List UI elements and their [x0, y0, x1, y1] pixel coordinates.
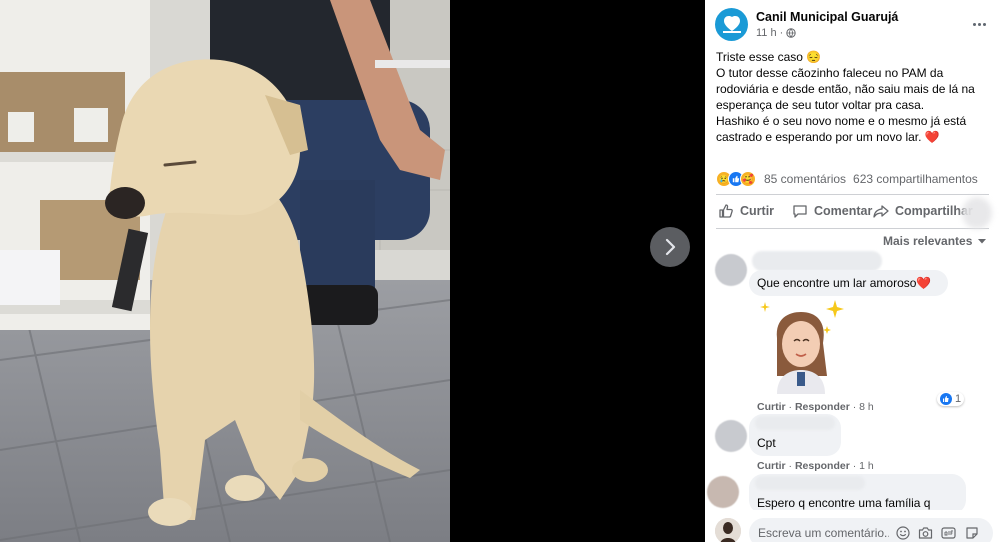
post-actions: Curtir Comentar Compartilhar — [716, 200, 996, 224]
gif-button[interactable] — [941, 525, 956, 540]
comment-reply-link[interactable]: Responder — [795, 460, 850, 472]
comment-bubble: Que encontre um lar amoroso❤️ — [749, 270, 948, 296]
next-photo-button[interactable] — [650, 227, 690, 267]
post-text-line: esperança de seu tutor voltar pra casa. — [716, 98, 925, 112]
my-avatar[interactable] — [715, 518, 741, 542]
sticker-image — [760, 300, 844, 394]
divider — [716, 228, 989, 229]
commenter-avatar[interactable] — [707, 476, 739, 508]
shares-count[interactable]: 623 compartilhamentos — [853, 172, 978, 186]
post-timestamp[interactable]: 11 h · — [756, 27, 797, 39]
user-photo — [715, 518, 741, 542]
like-reaction-icon — [940, 393, 952, 405]
sticker-button[interactable] — [964, 525, 979, 540]
comment-box — [749, 518, 993, 542]
commenter-avatar[interactable] — [715, 254, 747, 286]
commenter-name[interactable] — [752, 251, 882, 271]
comment-text: Espero q encontre uma família q — [757, 496, 931, 510]
post-time-text: 11 h · — [756, 27, 784, 39]
emoji-button[interactable] — [895, 525, 910, 540]
post-text-line: Triste esse caso 😔 — [716, 50, 822, 64]
emoji-icon — [895, 525, 910, 540]
reaction-summary[interactable]: 😢 🥰 — [716, 171, 756, 187]
post-text-line: Hashiko é o seu novo nome e o mesmo já e… — [716, 114, 967, 128]
comment-bubble: Cpt — [749, 414, 841, 456]
page-logo-icon — [722, 15, 741, 33]
comment-bubble: Espero q encontre uma família q — [749, 474, 966, 514]
page-avatar[interactable] — [715, 8, 748, 41]
comment-text: Que encontre um lar amoroso❤️ — [757, 276, 932, 290]
comment-age[interactable]: 8 h — [859, 401, 874, 413]
next-arrow-icon — [665, 238, 676, 256]
sort-label: Mais relevantes — [883, 234, 973, 248]
commenter-name[interactable] — [755, 476, 865, 490]
comment-meta: Curtir · Responder · 1 h — [757, 460, 874, 472]
comment-like-link[interactable]: Curtir — [757, 401, 786, 413]
comment-meta: Curtir · Responder · 8 h — [757, 401, 874, 413]
scrollbar-thumb[interactable] — [962, 197, 992, 229]
comment-composer — [705, 510, 1000, 542]
reaction-count: 1 — [955, 393, 962, 405]
share-button[interactable]: Compartilhar — [873, 203, 973, 219]
post-header: Canil Municipal Guarujá 11 h · — [715, 8, 995, 42]
gif-icon — [941, 526, 956, 539]
comment-input[interactable] — [749, 518, 889, 542]
share-icon — [873, 205, 889, 218]
comment-age[interactable]: 1 h — [859, 460, 874, 472]
photo-viewer — [0, 0, 705, 542]
comments-count[interactable]: 85 comentários — [764, 172, 846, 186]
page-name-link[interactable]: Canil Municipal Guarujá — [756, 10, 898, 24]
like-button[interactable]: Curtir — [718, 203, 774, 219]
more-options-button[interactable] — [967, 14, 991, 34]
post-panel: Canil Municipal Guarujá 11 h · Triste es… — [705, 0, 1000, 542]
comment-reply-link[interactable]: Responder — [795, 401, 850, 413]
commenter-name[interactable] — [755, 416, 835, 430]
dog-photo-illustration — [0, 0, 450, 542]
post-text-line: rodoviária e desde então, não saiu mais … — [716, 82, 975, 96]
comment-label: Comentar — [814, 204, 873, 218]
comment-like-link[interactable]: Curtir — [757, 460, 786, 472]
camera-icon — [918, 526, 933, 539]
post-stats: 😢 🥰 85 comentários 623 compartilhamentos — [716, 170, 996, 188]
post-photo[interactable] — [0, 0, 450, 542]
photo-button[interactable] — [918, 525, 933, 540]
divider — [716, 194, 989, 195]
like-label: Curtir — [740, 204, 775, 218]
comment-button[interactable]: Comentar — [792, 203, 872, 219]
comment-reactions[interactable]: 1 — [937, 392, 965, 406]
globe-icon — [786, 28, 797, 38]
composer-tools — [895, 525, 979, 540]
post-text: Triste esse caso 😔 O tutor desse cãozinh… — [716, 49, 992, 145]
chevron-down-icon — [978, 239, 987, 244]
comment-text: Cpt — [757, 436, 776, 450]
more-icon — [972, 22, 976, 26]
comment-icon — [793, 205, 807, 218]
care-reaction-icon: 🥰 — [740, 171, 756, 187]
sticker-icon — [965, 526, 978, 539]
post-text-line: castrado e esperando por um novo lar. ❤️ — [716, 130, 940, 144]
commenter-avatar[interactable] — [715, 420, 747, 452]
comment-sort-dropdown[interactable]: Mais relevantes — [883, 234, 987, 248]
comment-sticker — [757, 298, 845, 394]
post-text-line: O tutor desse cãozinho faleceu no PAM da — [716, 66, 944, 80]
like-icon — [719, 204, 733, 218]
